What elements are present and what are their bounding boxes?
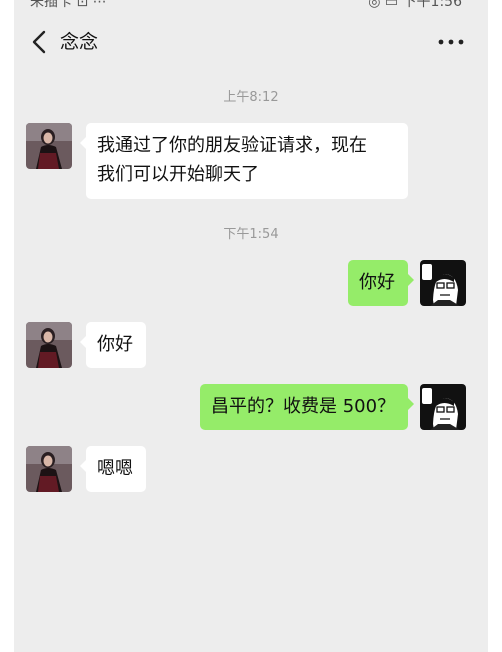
incoming-message-bubble[interactable]: 我通过了你的朋友验证请求，现在 我们可以开始聊天了 xyxy=(80,123,408,199)
outgoing-message-bubble[interactable]: 昌平的？收费是 500？ xyxy=(200,384,414,430)
message-line: 我通过了你的朋友验证请求，现在 xyxy=(97,135,367,156)
contact-avatar[interactable] xyxy=(26,322,72,368)
message-line: 我们可以开始聊天了 xyxy=(97,164,259,185)
chevron-left-icon[interactable] xyxy=(26,28,54,56)
more-horizontal-icon[interactable] xyxy=(436,28,466,56)
timestamp: 上午8:12 xyxy=(223,90,279,105)
chat-title[interactable]: 念念 xyxy=(60,28,98,56)
status-left: 未插卡 ⊡ ⋯ xyxy=(30,0,107,10)
chat-screen: 未插卡 ⊡ ⋯ ◎ ▭ 下午1:56 念念 上午8:12 我通过了你的朋友验证请… xyxy=(14,0,488,652)
status-bar: 未插卡 ⊡ ⋯ ◎ ▭ 下午1:56 xyxy=(14,0,488,10)
status-right: ◎ ▭ 下午1:56 xyxy=(368,0,462,10)
incoming-message-bubble[interactable]: 你好 xyxy=(80,322,146,368)
user-avatar[interactable] xyxy=(420,260,466,306)
message-text: 你好 xyxy=(359,272,395,293)
contact-avatar[interactable] xyxy=(26,446,72,492)
message-text: 嗯嗯 xyxy=(97,458,133,479)
message-text: 你好 xyxy=(97,334,133,355)
contact-avatar[interactable] xyxy=(26,123,72,169)
outgoing-message-bubble[interactable]: 你好 xyxy=(348,260,414,306)
incoming-message-bubble[interactable]: 嗯嗯 xyxy=(80,446,146,492)
message-text: 昌平的？收费是 500？ xyxy=(211,396,396,417)
user-avatar[interactable] xyxy=(420,384,466,430)
timestamp: 下午1:54 xyxy=(223,227,279,242)
chat-header: 念念 xyxy=(14,18,488,66)
